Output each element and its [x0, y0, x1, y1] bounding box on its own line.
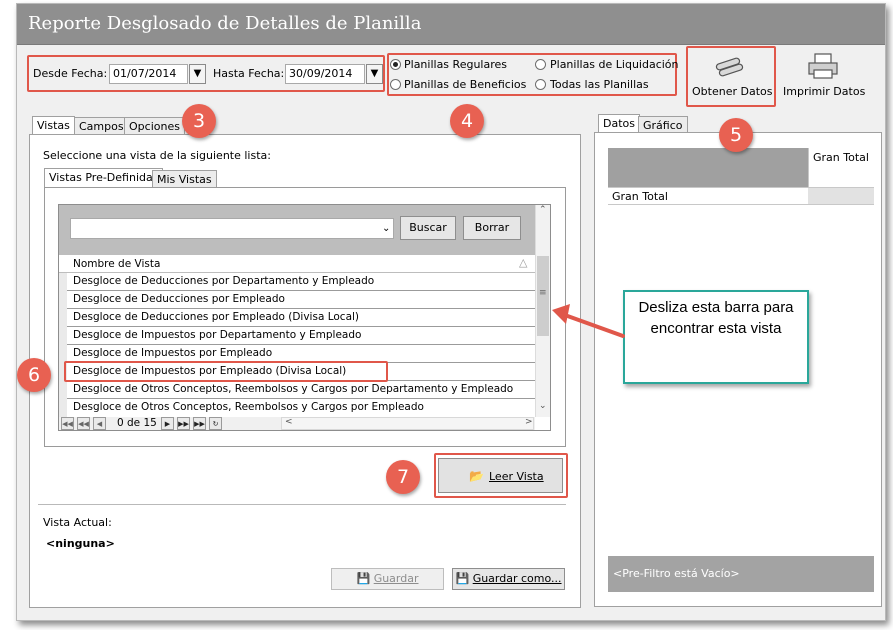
chevron-down-icon: ▼: [370, 68, 379, 79]
current-view-label: Vista Actual:: [43, 516, 112, 529]
pivot-row-header-label: Gran Total: [612, 190, 668, 203]
print-data-button[interactable]: Imprimir Datos: [782, 50, 866, 104]
horizontal-scrollbar[interactable]: < >: [281, 417, 534, 430]
column-header-nombre[interactable]: Nombre de Vista: [73, 258, 160, 270]
prev-page-icon[interactable]: ◀: [93, 417, 106, 430]
pivot-total-cell: [808, 187, 874, 205]
pivot-col-header-label: Gran Total: [813, 151, 869, 164]
table-row[interactable]: Desgloce de Deducciones por Departamento…: [67, 273, 535, 291]
to-date-field[interactable]: 30/09/2014: [285, 64, 365, 84]
read-view-label: Leer Vista: [489, 470, 544, 483]
tab-opciones[interactable]: Opciones: [124, 117, 185, 134]
views-instruction: Seleccione una vista de la siguiente lis…: [43, 149, 271, 162]
view-search-input[interactable]: [70, 218, 394, 239]
radio-planillas-liquidacion[interactable]: [535, 59, 546, 70]
from-date-field[interactable]: 01/07/2014: [109, 64, 188, 84]
radio-label: Planillas Regulares: [404, 58, 507, 71]
step-marker-3: 3: [182, 104, 216, 138]
grid-rows: Desgloce de Deducciones por Departamento…: [59, 273, 535, 417]
last-page-icon[interactable]: ▶▶: [193, 417, 206, 430]
get-data-button[interactable]: Obtener Datos: [690, 50, 772, 104]
to-date-label: Hasta Fecha:: [213, 67, 285, 80]
save-icon: 💾: [356, 572, 371, 585]
prev-block-icon[interactable]: ◀◀: [77, 417, 90, 430]
current-view-value: <ninguna>: [46, 537, 115, 550]
pivot-col-header: Gran Total: [808, 148, 874, 187]
target-row-highlight: [64, 361, 388, 382]
scroll-up-icon[interactable]: ⌃: [539, 205, 547, 215]
first-page-icon[interactable]: ◀◀: [61, 417, 74, 430]
from-date-dropdown[interactable]: ▼: [189, 64, 206, 84]
step-marker-6: 6: [17, 358, 51, 392]
step-marker-4: 4: [450, 104, 484, 138]
radio-label: Planillas de Liquidación: [550, 58, 679, 71]
table-row[interactable]: Desgloce de Deducciones por Empleado: [67, 291, 535, 309]
scrollbar-thumb[interactable]: ≡: [537, 256, 549, 336]
pager-bar: ◀◀ ◀◀ ◀ 0 de 15 ▶ ▶▶ ▶▶ ↻ < >: [59, 417, 535, 430]
radio-label: Todas las Planillas: [550, 78, 649, 91]
table-row[interactable]: Desgloce de Impuestos por Departamento y…: [67, 327, 535, 345]
grip-icon: ≡: [539, 288, 547, 298]
clear-button[interactable]: Borrar: [463, 216, 521, 240]
scroll-right-icon[interactable]: >: [525, 417, 533, 427]
tab-grafico[interactable]: Gráfico: [638, 116, 688, 133]
prefilter-bar[interactable]: <Pre-Filtro está Vacío>: [608, 556, 874, 592]
grid-header: Nombre de Vista △: [59, 254, 535, 273]
title-bar: Reporte Desglosado de Detalles de Planil…: [17, 4, 885, 45]
radio-planillas-beneficios[interactable]: [390, 79, 401, 90]
radio-label: Planillas de Beneficios: [404, 78, 527, 91]
save-label: Guardar: [373, 572, 419, 585]
window-title: Reporte Desglosado de Detalles de Planil…: [28, 13, 422, 34]
next-block-icon[interactable]: ▶▶: [177, 417, 190, 430]
save-as-button[interactable]: 💾 Guardar como...: [452, 568, 565, 590]
get-data-label: Obtener Datos: [692, 85, 773, 98]
tab-datos[interactable]: Datos: [598, 114, 640, 133]
tab-mis-vistas[interactable]: Mis Vistas: [152, 170, 217, 187]
printer-icon: [808, 53, 838, 79]
vertical-scrollbar[interactable]: ⌃ ≡ ⌄: [535, 205, 550, 417]
read-view-button[interactable]: 📂 Leer Vista: [438, 458, 563, 493]
from-date-label: Desde Fecha:: [33, 67, 108, 80]
pager-status: 0 de 15: [117, 417, 157, 429]
step-marker-5: 5: [719, 118, 753, 152]
binoculars-icon: [715, 57, 744, 77]
prefilter-label: <Pre-Filtro está Vacío>: [613, 567, 740, 580]
to-date-dropdown[interactable]: ▼: [366, 64, 383, 84]
sort-triangle-icon[interactable]: △: [519, 256, 527, 269]
scroll-left-icon[interactable]: <: [285, 417, 293, 427]
print-data-label: Imprimir Datos: [783, 85, 866, 98]
table-row[interactable]: Desgloce de Deducciones por Empleado (Di…: [67, 309, 535, 327]
save-as-icon: 💾: [455, 572, 470, 585]
refresh-icon[interactable]: ↻: [209, 417, 222, 430]
scroll-down-icon[interactable]: ⌄: [539, 401, 547, 411]
radio-todas-planillas[interactable]: [535, 79, 546, 90]
folder-open-icon: 📂: [469, 469, 484, 483]
chevron-down-icon[interactable]: ⌄: [382, 223, 390, 234]
pivot-row-header: Gran Total: [608, 187, 808, 205]
row-indicator-column: [59, 273, 67, 417]
divider: [38, 504, 566, 505]
next-page-icon[interactable]: ▶: [161, 417, 174, 430]
step-marker-7: 7: [386, 460, 420, 494]
pivot-corner: [608, 148, 808, 187]
tab-vistas[interactable]: Vistas: [32, 116, 75, 135]
callout-box: Desliza esta barra para encontrar esta v…: [623, 290, 809, 384]
radio-planillas-regulares[interactable]: [390, 59, 401, 70]
save-as-label: Guardar como...: [472, 572, 562, 585]
table-row[interactable]: Desgloce de Otros Conceptos, Reembolsos …: [67, 399, 535, 417]
tab-vistas-predefinidas[interactable]: Vistas Pre-Definidas: [44, 168, 164, 187]
save-button[interactable]: 💾 Guardar: [331, 568, 444, 590]
callout-arrow-icon: [552, 304, 625, 338]
table-row[interactable]: Desgloce de Otros Conceptos, Reembolsos …: [67, 381, 535, 399]
tab-campos[interactable]: Campos: [74, 117, 129, 134]
chevron-down-icon: ▼: [193, 68, 202, 79]
search-button[interactable]: Buscar: [400, 216, 456, 240]
